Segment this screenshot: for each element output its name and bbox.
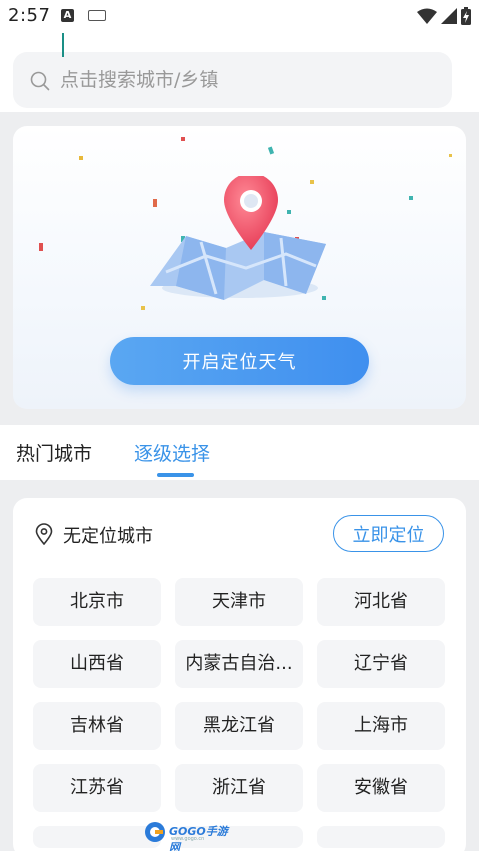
- signal-icon: [441, 8, 457, 24]
- city-chip-partial[interactable]: [33, 826, 161, 848]
- search-box[interactable]: [13, 52, 452, 108]
- text-caret: [62, 33, 64, 57]
- city-chip[interactable]: 江苏省: [33, 764, 161, 812]
- city-panel: 无定位城市 立即定位 北京市 天津市 河北省 山西省 内蒙古自治... 辽宁省 …: [13, 498, 466, 851]
- watermark-g-icon: [145, 822, 165, 842]
- city-chip[interactable]: 天津市: [175, 578, 303, 626]
- watermark-logo: GOGO手游网 www.gogo.cn: [143, 819, 235, 851]
- battery-icon: [461, 7, 471, 25]
- city-chip-partial[interactable]: [317, 826, 445, 848]
- locate-now-button[interactable]: 立即定位: [333, 515, 444, 552]
- city-chip[interactable]: 浙江省: [175, 764, 303, 812]
- wifi-icon: [417, 8, 437, 24]
- tab-hot-cities[interactable]: 热门城市: [16, 439, 92, 466]
- search-bar: [0, 34, 479, 112]
- keyboard-icon: [88, 10, 106, 21]
- city-chip[interactable]: 安徽省: [317, 764, 445, 812]
- city-chip[interactable]: 上海市: [317, 702, 445, 750]
- locate-card: 开启定位天气: [13, 126, 466, 409]
- city-chip[interactable]: 吉林省: [33, 702, 161, 750]
- status-icons: [417, 6, 471, 26]
- city-chip[interactable]: 河北省: [317, 578, 445, 626]
- map-location-illustration: [150, 176, 326, 300]
- city-chip[interactable]: 北京市: [33, 578, 161, 626]
- search-icon: [30, 71, 50, 91]
- tab-bar: 热门城市 逐级选择: [0, 425, 479, 480]
- location-pin-icon: [35, 523, 53, 545]
- city-chip[interactable]: 黑龙江省: [175, 702, 303, 750]
- tab-stepwise-select[interactable]: 逐级选择: [134, 439, 210, 466]
- city-chip[interactable]: 辽宁省: [317, 640, 445, 688]
- city-chip[interactable]: 山西省: [33, 640, 161, 688]
- city-chip[interactable]: 内蒙古自治...: [175, 640, 303, 688]
- watermark-subtext: www.gogo.cn: [171, 836, 205, 842]
- search-input[interactable]: [60, 62, 430, 98]
- notification-a-icon: A: [61, 9, 74, 22]
- status-bar: 2:57 A: [0, 0, 479, 34]
- active-tab-indicator: [157, 473, 194, 477]
- no-location-label: 无定位城市: [63, 526, 153, 547]
- enable-location-weather-button[interactable]: 开启定位天气: [110, 337, 369, 385]
- status-time: 2:57: [8, 5, 51, 26]
